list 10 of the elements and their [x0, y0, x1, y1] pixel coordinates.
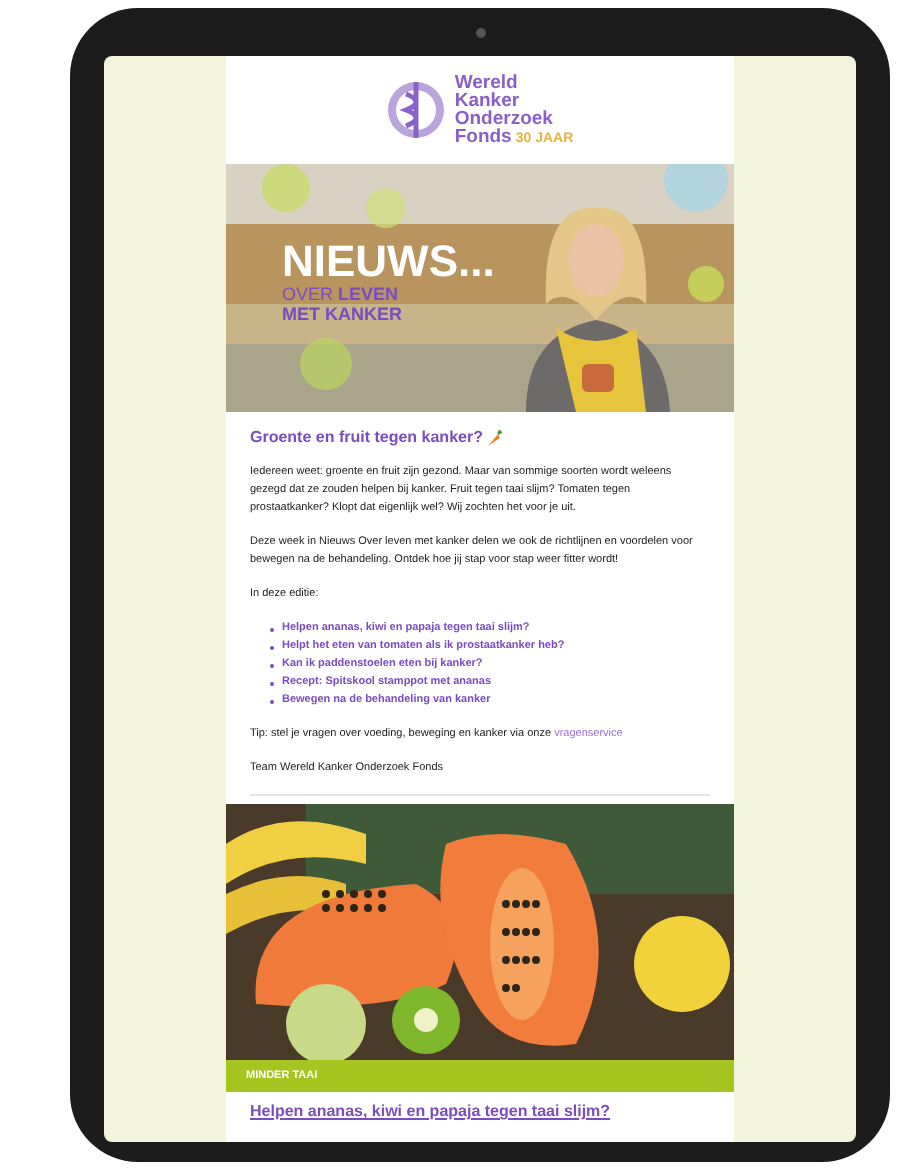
logo-text: Kanker [454, 91, 520, 109]
hero-subtitle: OVER LEVEN MET KANKER [282, 284, 404, 324]
logo-text: Fonds [454, 127, 512, 145]
camera-icon [475, 27, 485, 37]
article-title: Groente en fruit tegen kanker? [250, 428, 483, 448]
carrot-icon [486, 429, 503, 447]
logo-text: Wereld [454, 73, 518, 91]
section-headline[interactable]: Helpen ananas, kiwi en papaja tegen taai slijm? [226, 1092, 734, 1124]
hero-title: NIEUWS... [282, 240, 495, 284]
logo-text: Onderzoek [454, 109, 553, 127]
